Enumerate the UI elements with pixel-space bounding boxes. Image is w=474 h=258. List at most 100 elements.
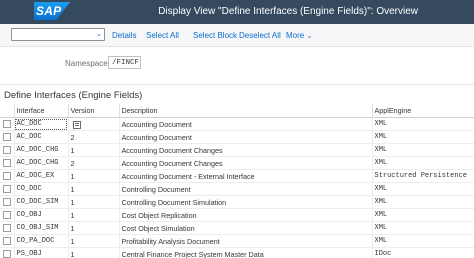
cell-version[interactable]: 1: [68, 221, 120, 235]
cell-interface[interactable]: CO_OBJ: [14, 208, 69, 222]
cell-applengine[interactable]: XML: [372, 143, 474, 157]
row-checkbox[interactable]: [2, 237, 11, 245]
table-row[interactable]: PS_OBJ 1 Central Finance Project System Ma…: [0, 247, 474, 258]
cell-version[interactable]: 1: [68, 247, 120, 258]
table-row[interactable]: AC_DOC 2 Accounting Document XML: [0, 130, 474, 144]
table-row[interactable]: CO_OBJ_SIM 1 Cost Object Simulation XML: [0, 221, 474, 235]
cell-interface[interactable]: CO_OBJ_SIM: [14, 221, 69, 235]
cell-version[interactable]: 1: [68, 208, 120, 222]
sap-logo[interactable]: SAP: [34, 2, 70, 20]
cell-version[interactable]: 1: [68, 143, 120, 157]
cell-interface[interactable]: AC_DOC_EX: [14, 169, 69, 183]
column-header-version[interactable]: Version: [68, 104, 120, 118]
column-header-description[interactable]: Description: [119, 104, 373, 118]
more-button[interactable]: More ⌄: [286, 31, 312, 40]
row-selector[interactable]: [0, 117, 15, 131]
row-selector[interactable]: [0, 221, 15, 235]
cell-applengine[interactable]: XML: [372, 182, 474, 196]
cell-version-value: 1: [70, 249, 75, 258]
cell-version[interactable]: 2: [68, 130, 120, 144]
cell-description[interactable]: Controlling Document Simulation: [119, 195, 373, 209]
cell-applengine[interactable]: Structured Persistence: [372, 169, 474, 183]
cell-interface[interactable]: AC_DOC_CHG: [14, 143, 69, 157]
table-row[interactable]: AC_DOC Accounting Document XML: [0, 117, 474, 131]
cell-applengine[interactable]: XML: [372, 234, 474, 248]
command-input[interactable]: [12, 34, 96, 45]
cell-description[interactable]: Cost Object Replication: [119, 208, 373, 222]
deselect-all-button[interactable]: Deselect All: [239, 31, 281, 40]
row-checkbox[interactable]: [2, 198, 11, 206]
chevron-down-icon: ⌄: [306, 33, 313, 40]
cell-applengine[interactable]: XML: [372, 195, 474, 209]
cell-version-value: 1: [70, 197, 75, 207]
row-checkbox[interactable]: [2, 120, 11, 128]
select-block-button[interactable]: Select Block: [193, 31, 237, 40]
cell-description[interactable]: Cost Object Simulation: [119, 221, 373, 235]
row-checkbox[interactable]: [2, 133, 11, 141]
table-row[interactable]: CO_DOC 1 Controlling Document XML: [0, 182, 474, 196]
row-checkbox[interactable]: [2, 250, 11, 258]
row-selector[interactable]: [0, 208, 15, 222]
cell-description[interactable]: Profitability Analysis Document: [119, 234, 373, 248]
row-checkbox[interactable]: [2, 159, 11, 167]
value-help-icon[interactable]: [72, 120, 81, 129]
cell-description[interactable]: Accounting Document: [119, 117, 373, 131]
table-row[interactable]: AC_DOC_EX 1 Accounting Document - External…: [0, 169, 474, 183]
row-selector[interactable]: [0, 195, 15, 209]
cell-interface[interactable]: CO_PA_DOC: [14, 234, 69, 248]
cell-interface[interactable]: CO_DOC_SIM: [14, 195, 69, 209]
namespace-label: Namespace:: [65, 59, 110, 68]
cell-version-value: 2: [70, 132, 75, 142]
selector-header[interactable]: [0, 104, 15, 118]
cell-version[interactable]: 1: [68, 182, 120, 196]
table-row[interactable]: AC_DOC_CHG 2 Accounting Document Changes XM…: [0, 156, 474, 170]
cell-description[interactable]: Controlling Document: [119, 182, 373, 196]
cell-interface[interactable]: AC_DOC: [14, 130, 69, 144]
cell-interface[interactable]: AC_DOC_CHG: [14, 156, 69, 170]
cell-version[interactable]: 1: [68, 169, 120, 183]
cell-applengine[interactable]: XML: [372, 117, 474, 131]
cell-description[interactable]: Accounting Document Changes: [119, 143, 373, 157]
column-header-interface[interactable]: Interface: [14, 104, 69, 118]
details-button[interactable]: Details: [112, 31, 136, 40]
cell-description[interactable]: Accounting Document: [119, 130, 373, 144]
row-selector[interactable]: [0, 234, 15, 248]
cell-version[interactable]: [68, 117, 120, 131]
row-checkbox[interactable]: [2, 224, 11, 232]
cell-applengine[interactable]: XML: [372, 130, 474, 144]
chevron-down-icon[interactable]: ⌄: [96, 30, 102, 38]
cell-description[interactable]: Accounting Document - External Interface: [119, 169, 373, 183]
row-checkbox[interactable]: [2, 211, 11, 219]
row-selector[interactable]: [0, 247, 15, 258]
row-checkbox[interactable]: [2, 185, 11, 193]
table-row[interactable]: CO_DOC_SIM 1 Controlling Document Simulati…: [0, 195, 474, 209]
table-row[interactable]: AC_DOC_CHG 1 Accounting Document Changes XM…: [0, 143, 474, 157]
cell-version-value: 1: [70, 145, 75, 155]
cell-applengine[interactable]: XML: [372, 221, 474, 235]
row-selector[interactable]: [0, 130, 15, 144]
cell-interface[interactable]: PS_OBJ: [14, 247, 69, 258]
row-selector[interactable]: [0, 169, 15, 183]
cell-version[interactable]: 1: [68, 195, 120, 209]
cell-applengine[interactable]: XML: [372, 156, 474, 170]
table-row[interactable]: CO_PA_DOC 1 Profitability Analysis Documen…: [0, 234, 474, 248]
cell-description[interactable]: Accounting Document Changes: [119, 156, 373, 170]
sap-logo-text: SAP: [36, 4, 62, 18]
command-field[interactable]: ⌄: [11, 28, 105, 45]
column-header-applengine[interactable]: ApplEngine: [372, 104, 474, 118]
row-checkbox[interactable]: [2, 172, 11, 180]
row-selector[interactable]: [0, 182, 15, 196]
row-checkbox[interactable]: [2, 146, 11, 154]
cell-interface[interactable]: CO_DOC: [14, 182, 69, 196]
cell-description[interactable]: Central Finance Project System Master Da…: [119, 247, 373, 258]
cell-version[interactable]: 2: [68, 156, 120, 170]
cell-version-value: 1: [70, 184, 75, 194]
select-all-button[interactable]: Select All: [146, 31, 179, 40]
cell-applengine[interactable]: XML: [372, 208, 474, 222]
row-selector[interactable]: [0, 156, 15, 170]
row-selector[interactable]: [0, 143, 15, 157]
cell-interface[interactable]: AC_DOC: [14, 117, 69, 131]
cell-version[interactable]: 1: [68, 234, 120, 248]
table-row[interactable]: CO_OBJ 1 Cost Object Replication XML: [0, 208, 474, 222]
cell-applengine[interactable]: IDoc: [372, 247, 474, 258]
